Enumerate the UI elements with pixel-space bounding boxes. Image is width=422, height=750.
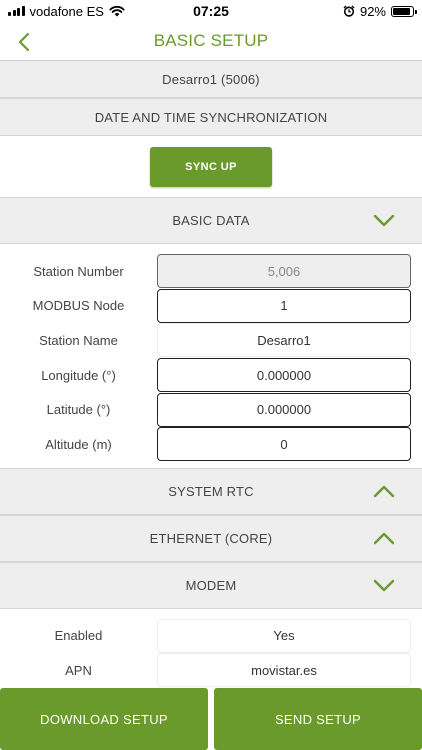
nav-bar: BASIC SETUP <box>0 22 422 60</box>
chevron-down-icon <box>372 213 396 229</box>
signal-icon <box>8 6 25 16</box>
download-setup-button[interactable]: DOWNLOAD SETUP <box>0 688 208 750</box>
battery-icon <box>391 5 417 17</box>
apn-field[interactable] <box>157 653 411 688</box>
section-header-basic-data[interactable]: BASIC DATA <box>0 197 422 244</box>
sync-area: SYNC UP <box>0 136 422 197</box>
battery-percent: 92% <box>359 3 386 19</box>
modbus-node-field[interactable] <box>157 288 411 323</box>
field-row-longitude: Longitude (°) <box>0 358 422 393</box>
station-name-field[interactable] <box>157 323 411 358</box>
chevron-left-icon <box>18 32 30 52</box>
field-label: MODBUS Node <box>32 298 125 314</box>
field-label: Enabled <box>54 628 103 644</box>
section-header-label: MODEM <box>185 577 237 593</box>
field-row-station-name: Station Name <box>0 323 422 358</box>
send-setup-button[interactable]: SEND SETUP <box>214 688 422 750</box>
device-name: Desarro1 (5006) <box>162 71 260 87</box>
section-header-label: BASIC DATA <box>172 213 250 228</box>
status-left: vodafone ES <box>8 4 125 19</box>
longitude-field[interactable] <box>157 358 411 393</box>
battery-fill <box>393 7 411 15</box>
date-time-header-label: DATE AND TIME SYNCHRONIZATION <box>94 109 328 125</box>
chevron-up-icon <box>372 530 396 546</box>
page-title: BASIC SETUP <box>153 31 269 50</box>
date-time-header: DATE AND TIME SYNCHRONIZATION <box>0 98 422 136</box>
section-header-ethernet[interactable]: ETHERNET (CORE) <box>0 514 422 562</box>
field-row-altitude: Altitude (m) <box>0 427 422 462</box>
carrier-label: vodafone ES <box>29 3 104 19</box>
setup-scroll-area[interactable]: Desarro1 (5006) DATE AND TIME SYNCHRONIZ… <box>0 60 422 688</box>
bottom-action-bar: DOWNLOAD SETUP SEND SETUP <box>0 688 422 750</box>
status-bar: vodafone ES 07:25 92% <box>0 0 422 22</box>
field-label: Latitude (°) <box>46 402 111 418</box>
back-button[interactable] <box>10 28 38 56</box>
chevron-up-icon <box>372 483 396 499</box>
field-row-latitude: Latitude (°) <box>0 392 422 427</box>
field-label: Station Name <box>39 332 118 348</box>
field-row-enabled: Enabled Yes <box>0 618 422 654</box>
section-header-modem[interactable]: MODEM <box>0 561 422 609</box>
modem-enabled-select[interactable]: Yes <box>157 618 411 653</box>
field-row-station-number: Station Number <box>0 254 422 289</box>
modem-form: Enabled Yes APN <box>0 608 422 688</box>
wifi-icon <box>109 5 125 17</box>
alarm-icon <box>343 5 355 17</box>
altitude-field[interactable] <box>157 427 411 462</box>
field-label: Longitude (°) <box>41 367 116 383</box>
status-right: 92% <box>343 3 417 19</box>
latitude-field[interactable] <box>157 392 411 427</box>
field-label: Altitude (m) <box>45 436 112 452</box>
field-row-apn: APN <box>0 653 422 688</box>
section-header-label: SYSTEM RTC <box>168 483 254 499</box>
device-name-bar: Desarro1 (5006) <box>0 60 422 98</box>
field-label: Station Number <box>33 263 124 279</box>
field-label: APN <box>65 662 92 678</box>
chevron-down-icon <box>372 577 396 593</box>
station-number-field <box>157 254 411 289</box>
section-header-system-rtc[interactable]: SYSTEM RTC <box>0 467 422 515</box>
field-row-modbus-node: MODBUS Node <box>0 288 422 324</box>
section-header-label: ETHERNET (CORE) <box>149 530 273 546</box>
basic-data-form: Station Number MODBUS Node Station Name … <box>0 244 422 468</box>
sync-up-button[interactable]: SYNC UP <box>150 146 272 187</box>
